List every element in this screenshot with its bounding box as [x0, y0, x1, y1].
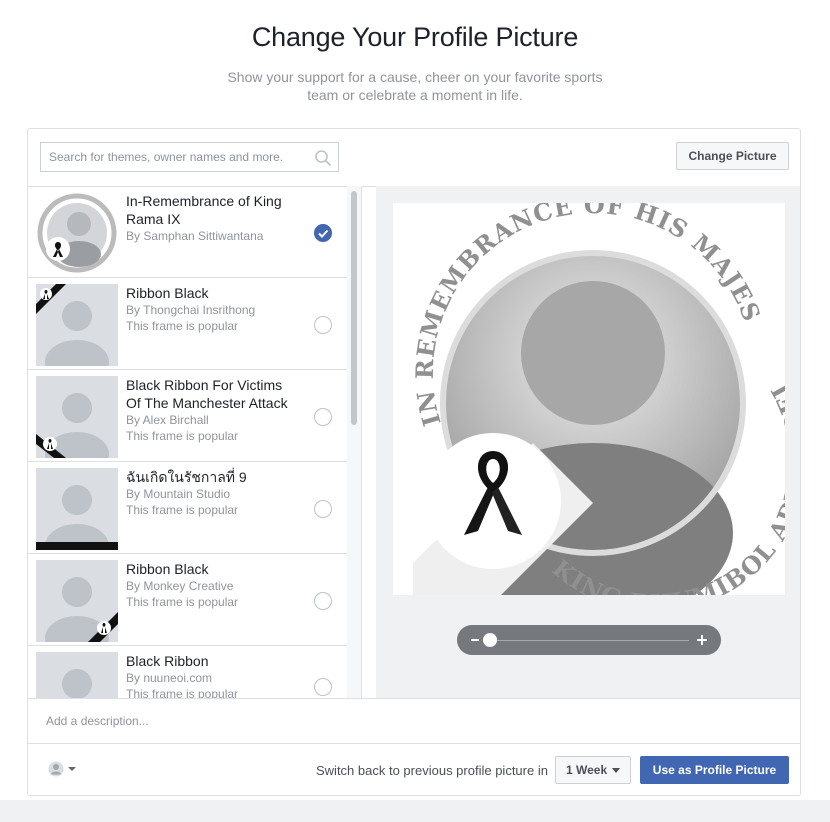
- frame-name: Ribbon Black: [126, 285, 209, 301]
- frame-thumbnail: [36, 652, 118, 698]
- frame-details: In-Remembrance of King Rama IX By Sampha…: [126, 192, 298, 244]
- frame-name: ฉันเกิดในรัชกาลที่ 9: [126, 469, 247, 485]
- search-icon[interactable]: [314, 149, 332, 167]
- frame-thumbnail: [36, 284, 118, 366]
- frame-owner: By Monkey Creative: [126, 579, 234, 593]
- frame-radio[interactable]: [314, 592, 332, 610]
- zoom-in-icon[interactable]: [695, 633, 709, 647]
- frame-thumbnail: [36, 192, 118, 274]
- frame-details: Black Ribbon For Victims Of The Manchest…: [126, 376, 298, 444]
- profile-picture-preview[interactable]: IN REMEMBRANCE OF HIS MAJESTY KING BHUMI…: [383, 180, 812, 623]
- page-bottom-strip: [0, 800, 830, 822]
- frame-name: In-Remembrance of King Rama IX: [126, 193, 282, 227]
- frame-thumbnail: [36, 468, 118, 550]
- frame-list-item[interactable]: ฉันเกิดในรัชกาลที่ 9 By Mountain Studio …: [28, 462, 347, 554]
- frame-owner: By Thongchai Insrithong: [126, 303, 256, 317]
- description-input[interactable]: [46, 713, 746, 729]
- description-box[interactable]: [28, 698, 800, 744]
- frame-radio[interactable]: [314, 316, 332, 334]
- search-input[interactable]: [41, 143, 309, 171]
- frame-details: Ribbon Black By Thongchai Insrithong Thi…: [126, 284, 298, 334]
- frame-name: Black Ribbon For Victims Of The Manchest…: [126, 377, 288, 411]
- page-subtitle: Show your support for a cause, cheer on …: [227, 69, 603, 103]
- avatar-icon: [48, 761, 64, 777]
- switch-back-text: Switch back to previous profile picture …: [316, 763, 548, 778]
- frame-details: Black Ribbon By nuuneoi.com This frame i…: [126, 652, 298, 698]
- selected-checkmark-icon[interactable]: [314, 224, 332, 242]
- zoom-slider[interactable]: [457, 625, 721, 655]
- frame-popular: This frame is popular: [126, 319, 239, 333]
- frame-thumbnail: [36, 376, 118, 458]
- search-box[interactable]: [40, 142, 339, 172]
- panel-toolbar: Change Picture: [28, 129, 800, 187]
- frame-owner: By Mountain Studio: [126, 487, 231, 501]
- zoom-out-icon[interactable]: [471, 639, 479, 641]
- panel-footer: Switch back to previous profile picture …: [28, 744, 800, 796]
- frame-details: ฉันเกิดในรัชกาลที่ 9 By Mountain Studio …: [126, 468, 298, 518]
- frame-radio[interactable]: [314, 408, 332, 426]
- frame-popular: This frame is popular: [126, 595, 239, 609]
- use-as-profile-picture-button[interactable]: Use as Profile Picture: [640, 756, 789, 784]
- chevron-down-icon: [612, 768, 620, 773]
- frame-list-item[interactable]: In-Remembrance of King Rama IX By Sampha…: [28, 186, 347, 278]
- frame-list-scrollbar-thumb[interactable]: [351, 191, 357, 425]
- zoom-track[interactable]: [489, 640, 689, 641]
- frame-thumbnail: [36, 560, 118, 642]
- frame-radio[interactable]: [314, 500, 332, 518]
- frame-details: Ribbon Black By Monkey Creative This fra…: [126, 560, 298, 610]
- frame-list-item[interactable]: Black Ribbon By nuuneoi.com This frame i…: [28, 646, 347, 698]
- duration-select[interactable]: 1 Week: [555, 756, 631, 784]
- preview-area: IN REMEMBRANCE OF HIS MAJESTY KING BHUMI…: [376, 180, 812, 698]
- duration-value: 1 Week: [566, 763, 608, 777]
- frame-owner: By Alex Birchall: [126, 413, 209, 427]
- frame-list-item[interactable]: Ribbon Black By Thongchai Insrithong Thi…: [28, 278, 347, 370]
- frame-owner: By Samphan Sittiwantana: [126, 229, 264, 243]
- zoom-handle[interactable]: [483, 633, 497, 647]
- change-picture-button[interactable]: Change Picture: [676, 142, 789, 170]
- frame-list-item[interactable]: Ribbon Black By Monkey Creative This fra…: [28, 554, 347, 646]
- frame-name: Ribbon Black: [126, 561, 209, 577]
- frame-popular: This frame is popular: [126, 687, 239, 698]
- frame-list-item[interactable]: Black Ribbon For Victims Of The Manchest…: [28, 370, 347, 462]
- frame-radio[interactable]: [314, 678, 332, 696]
- frame-popular: This frame is popular: [126, 429, 239, 443]
- page-title: Change Your Profile Picture: [251, 22, 579, 52]
- frame-list: In-Remembrance of King Rama IX By Sampha…: [28, 186, 348, 698]
- privacy-selector[interactable]: [48, 760, 80, 778]
- frame-owner: By nuuneoi.com: [126, 671, 213, 685]
- frame-picker-panel: Change Picture In-Remembrance of King Ra…: [27, 128, 812, 796]
- frame-name: Black Ribbon: [126, 653, 209, 669]
- frame-popular: This frame is popular: [126, 503, 239, 517]
- chevron-down-icon: [68, 767, 76, 771]
